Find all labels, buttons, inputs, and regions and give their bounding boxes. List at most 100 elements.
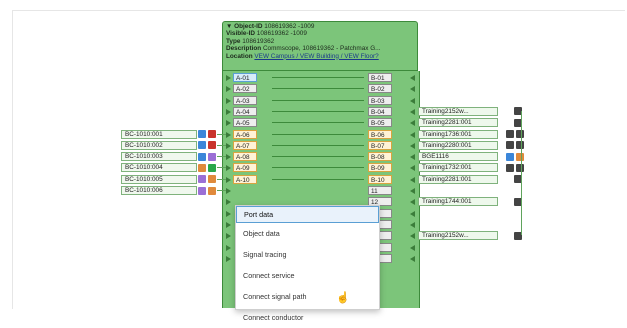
- right-port[interactable]: B-05: [368, 118, 392, 128]
- menu-item-connect-service[interactable]: Connect service: [236, 265, 379, 286]
- port-arrow-icon: [226, 165, 231, 172]
- location-label: Location: [226, 52, 253, 60]
- right-port[interactable]: B-01: [368, 73, 392, 82]
- connection-wire: [217, 144, 226, 146]
- port-arrow-icon: [226, 154, 231, 161]
- port-arrow-icon: [226, 255, 231, 262]
- connection-wire: [217, 133, 226, 135]
- device-status-icon: [208, 175, 216, 184]
- device-status-icon: [516, 152, 524, 161]
- device-status-icon: [198, 175, 206, 184]
- left-device-label[interactable]: BC-1010:005: [121, 174, 197, 184]
- device-status-icon: [506, 163, 514, 172]
- left-port[interactable]: A-10: [233, 174, 257, 184]
- right-device-label[interactable]: Training1732:001: [418, 163, 498, 173]
- left-port[interactable]: A-09: [233, 163, 257, 173]
- menu-item-port-data[interactable]: Port data: [236, 206, 379, 223]
- internal-connection: [272, 178, 364, 180]
- device-status-icon: [208, 152, 216, 161]
- connection-wire: [521, 110, 522, 236]
- device-status-icon: [516, 163, 524, 172]
- right-device-label[interactable]: Training2280:001: [418, 140, 498, 150]
- right-device-label[interactable]: Training1736:001: [418, 129, 498, 139]
- port-arrow-icon: [226, 176, 231, 183]
- left-port[interactable]: A-08: [233, 152, 257, 162]
- left-port[interactable]: A-05: [233, 118, 257, 128]
- object-id-value: 108619362 -1009: [264, 23, 315, 30]
- internal-connection: [272, 156, 364, 158]
- connection-wire: [217, 156, 226, 158]
- object-id-label: Object-ID: [234, 23, 263, 30]
- port-arrow-icon: [410, 108, 415, 115]
- port-arrow-icon: [226, 75, 231, 81]
- left-port[interactable]: A-02: [233, 84, 257, 94]
- internal-connection: [272, 99, 364, 101]
- port-arrow-icon: [410, 199, 415, 206]
- left-device-label[interactable]: BC-1010:004: [121, 163, 197, 173]
- port-arrow-icon: [410, 131, 415, 138]
- internal-connection: [272, 133, 364, 135]
- object-header[interactable]: ▼ Object-ID 108619362 -1009 Visible-ID 1…: [222, 21, 418, 71]
- left-device-label[interactable]: BC-1010:001: [121, 129, 197, 139]
- device-status-icon: [208, 141, 216, 150]
- description-label: Description: [226, 45, 262, 53]
- right-device-label[interactable]: Training1744:001: [418, 197, 498, 207]
- collapse-icon[interactable]: ▼: [226, 23, 234, 30]
- location-link[interactable]: VEW Campus / VEW Building / VEW Floor?: [254, 53, 378, 60]
- port-arrow-icon: [226, 221, 231, 228]
- port-arrow-icon: [226, 188, 231, 194]
- right-port[interactable]: B-07: [368, 140, 392, 150]
- port-arrow-icon: [226, 244, 231, 251]
- port-arrow-icon: [410, 154, 415, 161]
- right-device-label[interactable]: BGE1116: [418, 152, 498, 162]
- device-status-icon: [516, 141, 524, 150]
- internal-connection: [272, 110, 364, 112]
- port-arrow-icon: [226, 199, 231, 206]
- right-port[interactable]: B-06: [368, 129, 392, 139]
- right-port[interactable]: B-09: [368, 163, 392, 173]
- left-port[interactable]: A-04: [233, 106, 257, 116]
- port-arrow-icon: [410, 210, 415, 217]
- right-device-label[interactable]: Training2281:001: [418, 174, 498, 184]
- port-arrow-icon: [226, 210, 231, 217]
- left-device-label[interactable]: BC-1010:002: [121, 140, 197, 150]
- port-arrow-icon: [410, 233, 415, 240]
- right-port[interactable]: 11: [368, 186, 392, 195]
- visible-id-value: 108619362 -1009: [256, 30, 307, 38]
- port-arrow-icon: [410, 188, 415, 194]
- right-port[interactable]: B-02: [368, 84, 392, 94]
- right-device-label[interactable]: Training2281:001: [418, 118, 498, 128]
- left-device-label[interactable]: BC-1010:006: [121, 186, 197, 195]
- right-port[interactable]: B-04: [368, 106, 392, 116]
- port-arrow-icon: [410, 165, 415, 172]
- context-menu: Port data Object data Signal tracing Con…: [235, 205, 380, 322]
- port-arrow-icon: [226, 142, 231, 149]
- connection-wire: [217, 167, 226, 169]
- right-port[interactable]: B-08: [368, 152, 392, 162]
- right-device-label[interactable]: Training2152w...: [418, 231, 498, 241]
- left-port[interactable]: A-07: [233, 140, 257, 150]
- left-port[interactable]: A-03: [233, 95, 257, 105]
- left-port[interactable]: A-01: [233, 73, 257, 82]
- menu-item-connect-conductor[interactable]: Connect conductor: [236, 307, 379, 328]
- port-arrow-icon: [410, 97, 415, 104]
- left-device-label[interactable]: BC-1010:003: [121, 152, 197, 162]
- connection-wire: [217, 190, 226, 191]
- right-port[interactable]: B-10: [368, 174, 392, 184]
- connection-wire: [217, 178, 226, 180]
- port-arrow-icon: [410, 244, 415, 251]
- left-port[interactable]: A-06: [233, 129, 257, 139]
- port-arrow-icon: [410, 75, 415, 81]
- right-device-label[interactable]: Training2152w...: [418, 106, 498, 116]
- internal-connection: [272, 122, 364, 124]
- port-arrow-icon: [410, 86, 415, 93]
- menu-item-signal-tracing[interactable]: Signal tracing: [236, 244, 379, 265]
- port-arrow-icon: [410, 142, 415, 149]
- menu-item-connect-signal-path[interactable]: Connect signal path: [236, 286, 379, 307]
- port-arrow-icon: [410, 176, 415, 183]
- internal-connection: [272, 144, 364, 146]
- menu-item-object-data[interactable]: Object data: [236, 223, 379, 244]
- port-arrow-icon: [226, 233, 231, 240]
- right-port[interactable]: B-03: [368, 95, 392, 105]
- description-value: Commscope, 108619362 - Patchmax G...: [262, 45, 381, 53]
